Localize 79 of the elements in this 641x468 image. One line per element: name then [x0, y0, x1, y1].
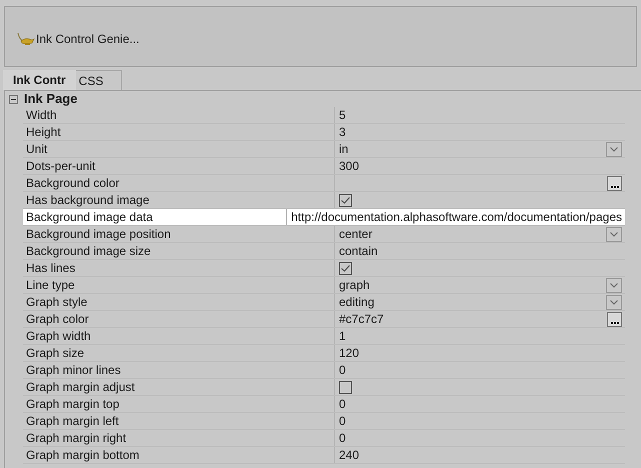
lamp-icon: [17, 32, 35, 46]
property-value: 300: [339, 158, 360, 175]
property-row[interactable]: Graph width 1: [23, 328, 625, 345]
property-value: 5: [339, 107, 346, 124]
check-icon: [341, 196, 350, 204]
property-row[interactable]: Has lines: [23, 260, 625, 277]
property-row[interactable]: Graph color #c7c7c7: [23, 311, 625, 328]
property-row[interactable]: Graph minor lines 0: [23, 362, 625, 379]
property-label: Dots-per-unit: [26, 158, 96, 175]
property-value: 1: [339, 328, 346, 345]
property-label: Background image size: [26, 243, 151, 260]
property-row[interactable]: Graph margin right 0: [23, 430, 625, 447]
property-value: #c7c7c7: [339, 311, 384, 328]
group-header: Ink Page: [24, 90, 78, 108]
collapse-icon[interactable]: [9, 94, 18, 104]
tab[interactable]: CSS: [74, 70, 122, 90]
property-label: Graph margin adjust: [26, 379, 135, 396]
property-row[interactable]: Background image size contain: [23, 243, 625, 260]
property-label: Graph margin left: [26, 413, 119, 430]
property-value: 0: [339, 413, 346, 430]
dropdown-button[interactable]: [606, 142, 622, 156]
checkbox[interactable]: [339, 194, 352, 206]
property-label: Line type: [26, 277, 75, 294]
property-row[interactable]: Graph margin top 0: [23, 396, 625, 413]
dropdown-button[interactable]: [606, 226, 622, 242]
chevron-down-icon: [610, 146, 618, 152]
property-value: 240: [339, 447, 360, 464]
property-value: 0: [339, 430, 346, 447]
property-row[interactable]: Has background image: [23, 192, 625, 209]
property-label: Graph minor lines: [26, 362, 121, 379]
property-label: Unit: [26, 141, 48, 158]
property-row[interactable]: Graph margin bottom 240: [23, 447, 625, 464]
property-value: contain: [339, 243, 378, 260]
property-row[interactable]: Dots-per-unit 300: [23, 158, 625, 175]
ellipsis-button[interactable]: [607, 312, 622, 326]
dropdown-button[interactable]: [606, 278, 622, 292]
property-row[interactable]: Width 5: [23, 107, 625, 124]
property-label: Has background image: [26, 192, 150, 209]
property-label: Graph size: [26, 345, 84, 362]
property-label: Graph margin bottom: [26, 447, 140, 464]
property-row[interactable]: Line type graph: [23, 277, 625, 294]
checkbox[interactable]: [339, 380, 352, 394]
property-row[interactable]: Graph size 120: [23, 345, 625, 362]
property-value: editing: [339, 294, 374, 311]
property-row[interactable]: Graph margin left 0: [23, 413, 625, 430]
property-label: Background image position: [26, 226, 171, 243]
property-value: 120: [339, 345, 360, 362]
property-row[interactable]: Height 3: [23, 124, 625, 141]
property-label: Graph width: [26, 328, 91, 345]
property-row[interactable]: Unit in: [23, 141, 625, 158]
property-value: 0: [339, 362, 346, 379]
property-row[interactable]: Graph style editing: [23, 294, 625, 311]
property-label: Height: [26, 124, 61, 141]
checkbox[interactable]: [339, 262, 352, 274]
property-label: Background image data: [26, 209, 153, 226]
property-label: Graph margin right: [26, 430, 126, 447]
check-icon: [341, 264, 350, 272]
property-value: center: [339, 226, 372, 243]
property-label: Has lines: [26, 260, 76, 277]
property-label: Graph margin top: [26, 396, 120, 413]
property-label: Graph style: [26, 294, 88, 311]
property-value: 3: [339, 124, 346, 141]
property-row[interactable]: Background image position center: [23, 226, 625, 243]
property-value: graph: [339, 277, 370, 294]
property-row[interactable]: Background color: [23, 175, 625, 192]
property-value: http://documentation.alphasoftware.com/documentation/pages: [291, 209, 622, 226]
property-label: Graph color: [26, 311, 89, 328]
property-row[interactable]: Graph margin adjust: [23, 379, 625, 396]
genie-button[interactable]: Ink Control Genie...: [17, 26, 140, 48]
tab[interactable]: Ink Contr: [3, 70, 76, 90]
property-label: Width: [26, 107, 57, 124]
property-label: Background color: [26, 175, 120, 192]
ellipsis-button[interactable]: [607, 176, 622, 190]
property-value: 0: [339, 396, 346, 413]
property-row[interactable]: Background image data http://documentation.alphasoftware.com/documentation/pages: [23, 209, 625, 226]
chevron-down-icon: [610, 282, 618, 288]
chevron-down-icon: [610, 232, 618, 236]
chevron-down-icon: [610, 300, 618, 304]
property-value: in: [339, 141, 348, 158]
